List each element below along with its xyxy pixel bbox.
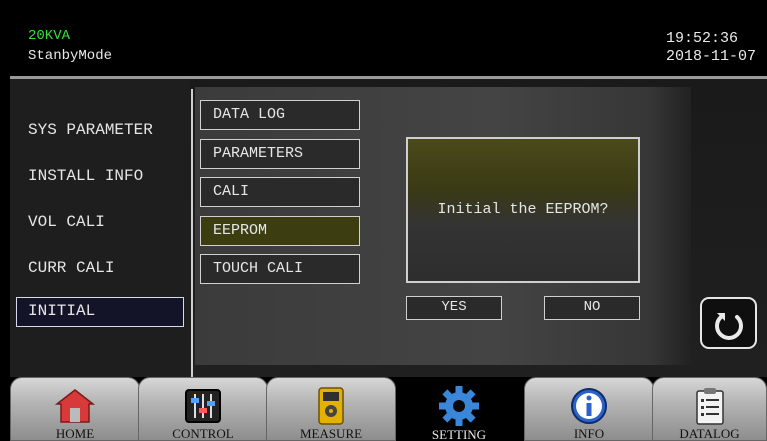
clock-date: 2018-11-07 xyxy=(666,48,757,65)
multimeter-icon xyxy=(318,387,344,425)
home-icon xyxy=(54,389,96,423)
sub-menu-parameters[interactable]: PARAMETERS xyxy=(200,139,360,169)
model-label: 20KVA xyxy=(28,28,71,44)
tab-datalog-label: DATALOG xyxy=(679,426,740,441)
tab-home[interactable]: HOME xyxy=(10,377,140,441)
sub-menu-touch-cali[interactable]: TOUCH CALI xyxy=(200,254,360,284)
tab-setting-label: SETTING xyxy=(431,427,487,441)
left-menu-item-initial-label: INITIAL xyxy=(28,302,96,320)
menu-divider xyxy=(191,89,193,377)
clipboard-list-icon xyxy=(695,388,724,425)
gear-icon xyxy=(439,386,479,426)
tab-datalog[interactable]: DATALOG xyxy=(652,377,767,441)
left-menu-item-sys-parameter[interactable]: SYS PARAMETER xyxy=(28,121,153,139)
no-button[interactable]: NO xyxy=(544,296,640,320)
refresh-back-icon xyxy=(714,313,743,340)
tab-info[interactable]: INFO xyxy=(524,377,654,441)
info-icon xyxy=(571,388,607,424)
mode-label: StanbyMode xyxy=(28,48,113,64)
yes-button[interactable]: YES xyxy=(406,296,502,320)
tab-control[interactable]: CONTROL xyxy=(138,377,268,441)
control-sliders-icon xyxy=(185,389,221,423)
setting-main: SYS PARAMETER INSTALL INFO VOL CALI CURR… xyxy=(10,79,767,377)
left-menu-item-initial[interactable]: INITIAL xyxy=(16,297,184,327)
back-button[interactable] xyxy=(700,297,757,349)
sub-menu-cali[interactable]: CALI xyxy=(200,177,360,207)
sub-menu-data-log[interactable]: DATA LOG xyxy=(200,100,360,130)
hmi-screen: 20KVA StanbyMode 19:52:36 2018-11-07 SYS… xyxy=(10,12,767,441)
tab-control-label: CONTROL xyxy=(172,426,234,441)
panel-shade xyxy=(650,87,691,365)
sub-menu-eeprom[interactable]: EEPROM xyxy=(200,216,360,246)
left-menu-item-vol-cali[interactable]: VOL CALI xyxy=(28,213,105,231)
clock-time: 19:52:36 xyxy=(666,30,739,47)
status-header: 20KVA StanbyMode 19:52:36 2018-11-07 xyxy=(10,12,767,76)
left-menu: SYS PARAMETER INSTALL INFO VOL CALI CURR… xyxy=(10,79,190,377)
tab-info-label: INFO xyxy=(573,426,605,441)
left-menu-item-install-info[interactable]: INSTALL INFO xyxy=(28,167,143,185)
confirm-dialog: Initial the EEPROM? xyxy=(406,137,640,283)
tab-setting[interactable]: SETTING xyxy=(394,377,524,441)
tab-measure-label: MEASURE xyxy=(299,426,363,441)
left-menu-item-curr-cali[interactable]: CURR CALI xyxy=(28,259,114,277)
tab-measure[interactable]: MEASURE xyxy=(266,377,396,441)
tab-home-label: HOME xyxy=(55,426,95,441)
dialog-message: Initial the EEPROM? xyxy=(437,201,609,218)
bottom-tab-bar: HOME CONTROL MEASURE SETTING INFO DATALO… xyxy=(10,377,767,441)
